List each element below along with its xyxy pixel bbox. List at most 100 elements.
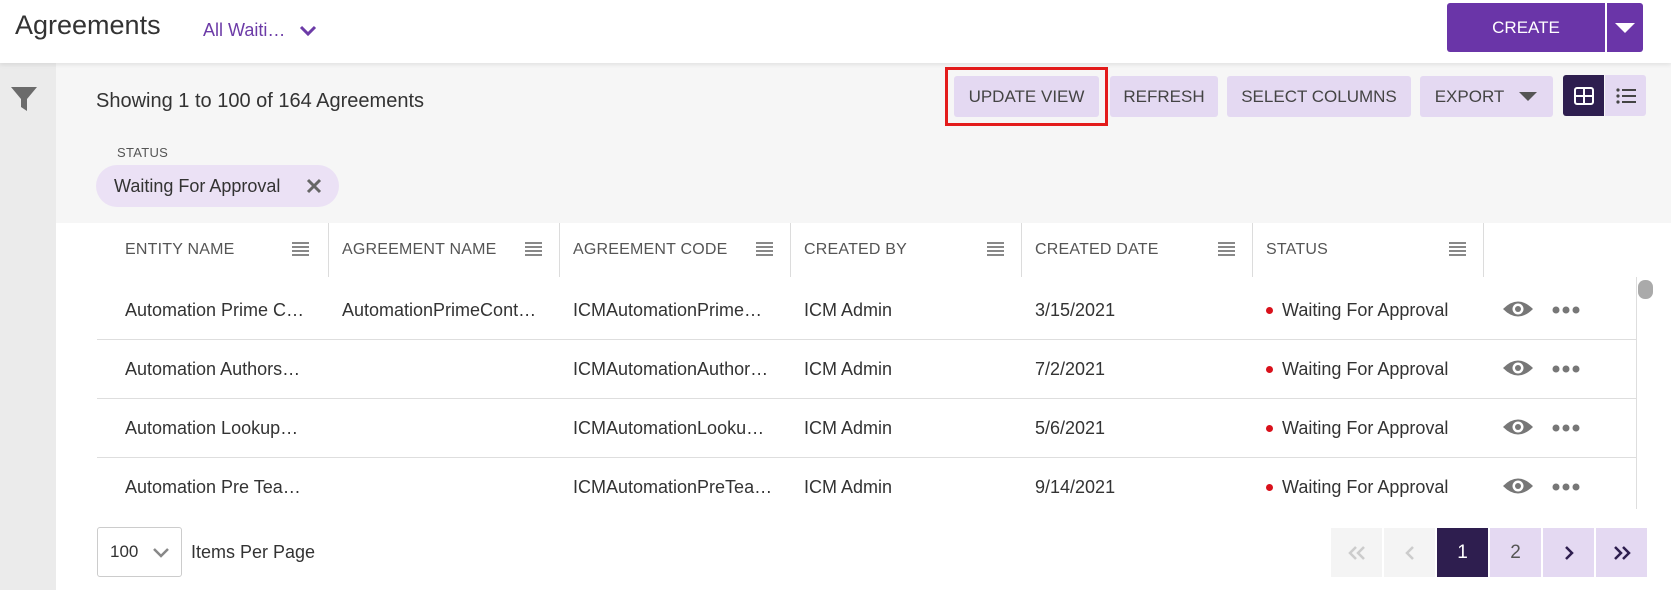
status-text: Waiting For Approval <box>1282 359 1449 379</box>
status-filter-chip: Waiting For Approval <box>96 165 339 207</box>
results-count: Showing 1 to 100 of 164 Agreements <box>96 90 425 112</box>
column-header-status[interactable]: STATUS <box>1266 223 1328 277</box>
page-title: Agreements <box>15 10 161 40</box>
more-horizontal-icon[interactable] <box>1552 483 1580 491</box>
cell-agreement-code: ICMAutomationPrime… <box>573 300 763 320</box>
cell-status: Waiting For Approval <box>1266 340 1481 399</box>
grid-view-icon <box>1573 86 1594 105</box>
scrollbar-thumb[interactable] <box>1638 280 1653 299</box>
select-columns-button[interactable]: SELECT COLUMNS <box>1227 76 1411 117</box>
status-dot <box>1266 425 1273 432</box>
top-bar: Agreements All Waiti… CREATE <box>0 0 1671 63</box>
page-button-1[interactable]: 1 <box>1437 528 1488 577</box>
double-chevron-left-icon <box>1347 545 1365 560</box>
first-page-button[interactable] <box>1331 528 1382 577</box>
eye-icon[interactable] <box>1502 475 1534 497</box>
caret-down-icon <box>1615 22 1635 33</box>
column-header-created-by[interactable]: CREATED BY <box>804 223 907 277</box>
cell-created-date: 5/6/2021 <box>1035 418 1106 438</box>
previous-page-button[interactable] <box>1384 528 1435 577</box>
cell-agreement-code: ICMAutomationLooku… <box>573 418 765 438</box>
cell-created-date: 7/2/2021 <box>1035 359 1106 379</box>
chevron-down-icon <box>300 25 317 36</box>
close-icon[interactable] <box>305 177 323 195</box>
cell-created-date: 3/15/2021 <box>1035 300 1116 320</box>
cell-entity-name: Automation Authors… <box>125 359 301 379</box>
column-header-agreement-code[interactable]: AGREEMENT CODE <box>573 223 728 277</box>
column-menu-icon[interactable] <box>292 242 309 257</box>
create-button[interactable]: CREATE <box>1447 3 1605 52</box>
items-per-page-value: 100 <box>110 542 139 561</box>
column-header-created-date[interactable]: CREATED DATE <box>1035 223 1159 277</box>
last-page-button[interactable] <box>1596 528 1647 577</box>
table-header: ENTITY NAME AGREEMENT NAME AGREEMENT COD… <box>97 223 1637 277</box>
column-divider <box>1252 223 1253 277</box>
status-text: Waiting For Approval <box>1282 477 1449 497</box>
view-selector-label: All Waiti… <box>203 20 286 40</box>
table-row[interactable]: Automation Prime C… AutomationPrimeCont…… <box>97 281 1637 340</box>
column-menu-icon[interactable] <box>1449 242 1466 257</box>
cell-entity-name: Automation Lookup… <box>125 418 299 438</box>
column-menu-icon[interactable] <box>756 242 773 257</box>
more-horizontal-icon[interactable] <box>1552 424 1580 432</box>
cell-created-by: ICM Admin <box>804 418 893 438</box>
status-dot <box>1266 366 1273 373</box>
column-menu-icon[interactable] <box>1218 242 1235 257</box>
caret-down-icon <box>1519 92 1538 101</box>
column-divider <box>1021 223 1022 277</box>
eye-icon[interactable] <box>1502 298 1534 320</box>
view-selector[interactable]: All Waiti… <box>203 20 317 41</box>
more-horizontal-icon[interactable] <box>1552 365 1580 373</box>
cell-created-by: ICM Admin <box>804 359 893 379</box>
cell-agreement-name <box>342 340 552 399</box>
cell-agreement-code: ICMAutomationAuthor… <box>573 359 769 379</box>
items-per-page-label: Items Per Page <box>191 542 316 562</box>
status-dot <box>1266 484 1273 491</box>
table-row[interactable]: Automation Authors… ICMAutomationAuthor…… <box>97 340 1637 399</box>
more-horizontal-icon[interactable] <box>1552 306 1580 314</box>
create-button-group: CREATE <box>1447 3 1643 52</box>
chevron-right-icon <box>1564 545 1574 560</box>
status-text: Waiting For Approval <box>1282 418 1449 438</box>
list-view-toggle[interactable] <box>1605 75 1646 116</box>
column-divider <box>559 223 560 277</box>
status-text: Waiting For Approval <box>1282 300 1449 320</box>
double-chevron-right-icon <box>1613 545 1631 560</box>
status-dot <box>1266 307 1273 314</box>
next-page-button[interactable] <box>1543 528 1594 577</box>
status-filter-label: STATUS <box>117 145 169 160</box>
cell-agreement-name: AutomationPrimeCont… <box>342 300 537 320</box>
page-button-2[interactable]: 2 <box>1490 528 1541 577</box>
cell-entity-name: Automation Pre Tea… <box>125 477 301 497</box>
cell-created-by: ICM Admin <box>804 477 893 497</box>
cell-agreement-name <box>342 458 552 517</box>
cell-created-date: 9/14/2021 <box>1035 477 1116 497</box>
eye-icon[interactable] <box>1502 416 1534 438</box>
highlight-annotation <box>945 67 1108 126</box>
cell-agreement-code: ICMAutomationPreTea… <box>573 477 773 497</box>
chevron-down-icon <box>153 548 169 558</box>
cell-created-by: ICM Admin <box>804 300 893 320</box>
table-row[interactable]: Automation Lookup… ICMAutomationLooku… I… <box>97 399 1637 458</box>
table-row[interactable]: Automation Pre Tea… ICMAutomationPreTea…… <box>97 458 1637 517</box>
column-divider <box>1483 223 1484 277</box>
left-rail <box>0 63 56 590</box>
column-divider <box>790 223 791 277</box>
cell-status: Waiting For Approval <box>1266 399 1481 458</box>
scrollbar-track <box>1636 277 1637 509</box>
cell-entity-name: Automation Prime C… <box>125 300 305 320</box>
items-per-page-select[interactable]: 100 <box>97 527 182 577</box>
column-header-entity-name[interactable]: ENTITY NAME <box>125 223 234 277</box>
chevron-left-icon <box>1404 545 1414 560</box>
column-header-agreement-name[interactable]: AGREEMENT NAME <box>342 223 497 277</box>
create-dropdown-button[interactable] <box>1605 3 1643 52</box>
grid-view-toggle[interactable] <box>1563 75 1604 116</box>
filter-icon[interactable] <box>10 85 38 113</box>
refresh-button[interactable]: REFRESH <box>1110 76 1218 117</box>
status-chip-label: Waiting For Approval <box>114 175 281 196</box>
eye-icon[interactable] <box>1502 357 1534 379</box>
export-button[interactable]: EXPORT <box>1420 76 1553 117</box>
column-menu-icon[interactable] <box>525 242 542 257</box>
column-divider <box>328 223 329 277</box>
column-menu-icon[interactable] <box>987 242 1004 257</box>
